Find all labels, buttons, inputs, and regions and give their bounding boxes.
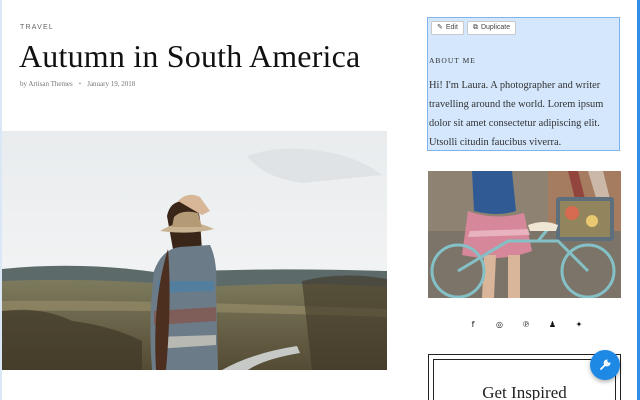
edit-button-label: Edit [445,24,458,31]
instagram-icon[interactable]: ◎ [493,320,507,329]
hero-image [2,131,387,370]
about-text: Hi! I'm Laura. A photographer and writer… [429,80,604,148]
duplicate-button-label: Duplicate [480,24,511,31]
get-inspired-title: Get Inspired [482,383,567,400]
copy-icon: ⧉ [472,24,478,31]
social-links: f ◎ ℗ ♟ ✦ [466,320,586,329]
post-date: January 19, 2018 [87,80,136,88]
pinterest-icon[interactable]: ℗ [519,320,533,329]
duplicate-button[interactable]: ⧉ Duplicate [466,21,517,35]
twitter-icon[interactable]: ✦ [572,320,586,329]
wrench-icon [600,359,611,370]
facebook-icon[interactable]: f [466,320,480,329]
post-title: Autumn in South America [19,38,361,74]
edit-button[interactable]: ✎ Edit [431,21,464,35]
widget-edit-toolbar: ✎ Edit ⧉ Duplicate [431,21,517,35]
post-meta: by Artisan Themes • January 19, 2018 [20,80,135,88]
pencil-icon: ✎ [437,24,443,31]
post-author[interactable]: by Artisan Themes [20,80,73,88]
post-category[interactable]: TRAVEL [20,24,54,31]
sidebar-photo [428,171,621,298]
about-widget[interactable]: ✎ Edit ⧉ Duplicate ABOUT ME Hi! I'm Laur… [427,17,620,151]
snapchat-icon[interactable]: ♟ [546,320,560,329]
meta-separator: • [78,80,82,88]
customize-fab-button[interactable] [590,350,620,380]
about-heading: ABOUT ME [429,56,476,65]
